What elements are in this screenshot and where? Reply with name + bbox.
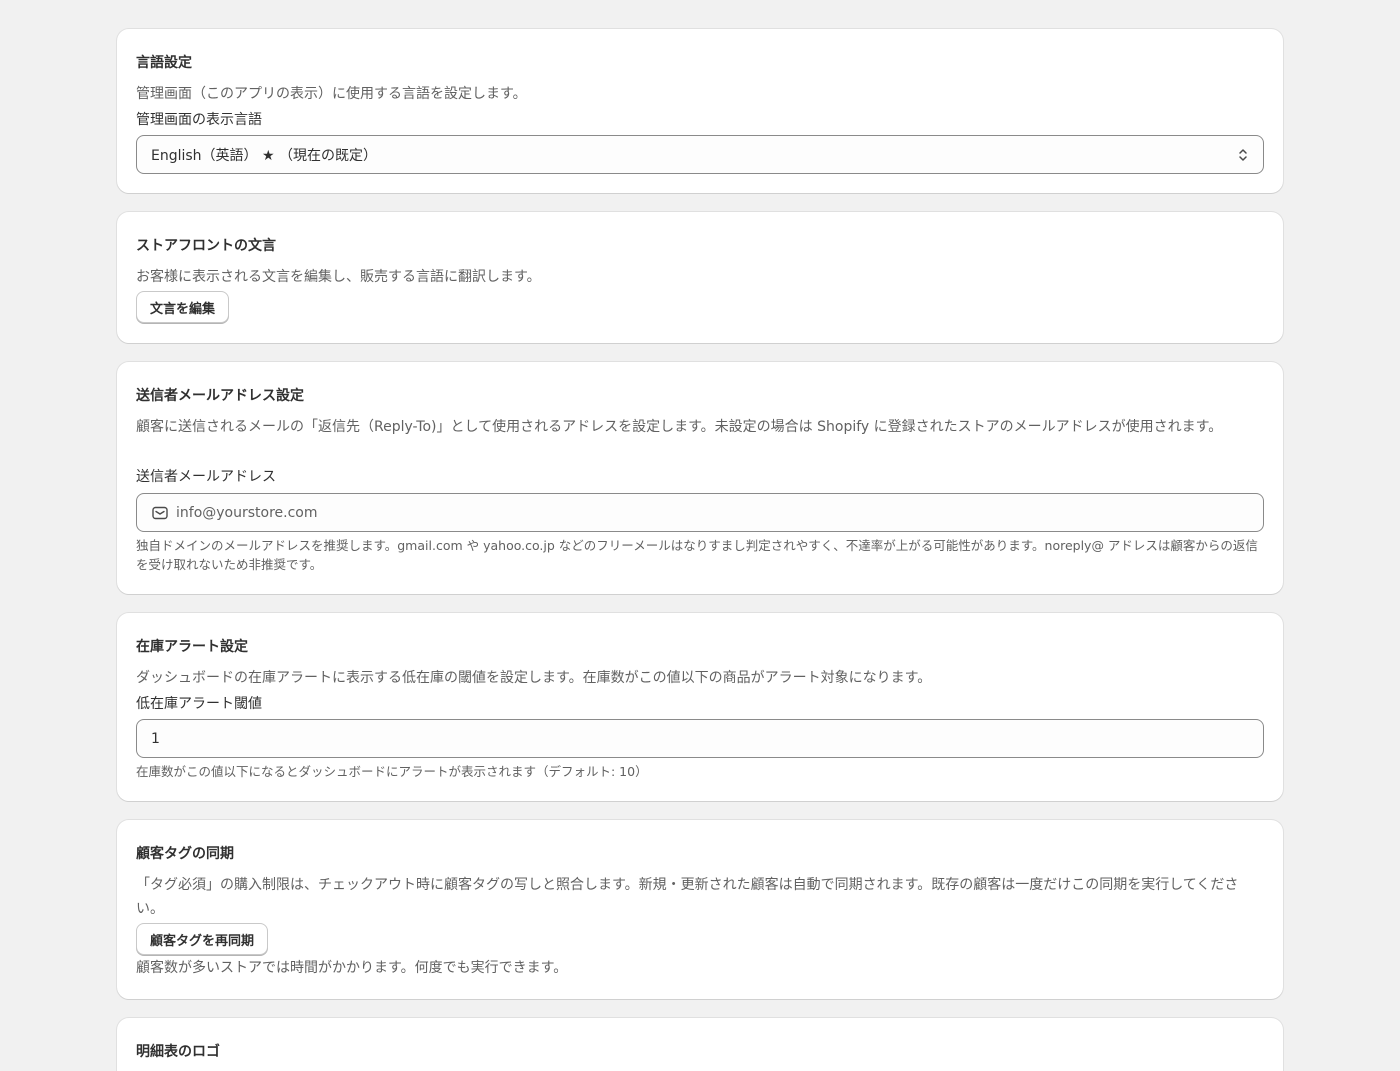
language-select[interactable]: English（英語） ★ （現在の既定）: [136, 135, 1264, 174]
sender-email-help-text: 独自ドメインのメールアドレスを推奨します。gmail.com や yahoo.c…: [136, 538, 1258, 572]
inventory-alert-description: ダッシュボードの在庫アラートに表示する低在庫の閾値を設定します。在庫数がこの値以…: [136, 670, 932, 686]
language-selected-value: English（英語） ★ （現在の既定）: [151, 147, 378, 164]
invoice-logo-card-title: 明細表のロゴ: [136, 1044, 220, 1060]
sender-email-field[interactable]: info@yourstore.com: [136, 493, 1264, 532]
customer-tags-description: 「タグ必須」の購入制限は、チェックアウト時に顧客タグの写しと照合します。新規・更…: [136, 877, 1239, 917]
sender-email-description: 顧客に送信されるメールの「返信先（Reply-To)」として使用されるアドレスを…: [136, 419, 1223, 435]
storefront-card-title: ストアフロントの文言: [136, 238, 276, 254]
inventory-alert-card: 在庫アラート設定 ダッシュボードの在庫アラートに表示する低在庫の閾値を設定します…: [117, 613, 1283, 801]
sender-email-card: 送信者メールアドレス設定 顧客に送信されるメールの「返信先（Reply-To)」…: [117, 362, 1283, 594]
inventory-alert-field-label: 低在庫アラート閾値: [136, 696, 262, 712]
sender-email-card-title: 送信者メールアドレス設定: [136, 388, 304, 404]
language-card-title: 言語設定: [136, 55, 192, 71]
chevron-up-down-icon: [1237, 146, 1249, 164]
low-stock-threshold-value: 1: [151, 730, 160, 747]
customer-tags-help-text: 顧客数が多いストアでは時間がかかります。何度でも実行できます。: [136, 960, 568, 976]
customer-tags-card-title: 顧客タグの同期: [136, 846, 234, 862]
low-stock-threshold-input[interactable]: 1: [136, 719, 1264, 758]
sender-email-field-label: 送信者メールアドレス: [136, 469, 276, 485]
customer-tags-sync-card: 顧客タグの同期 「タグ必須」の購入制限は、チェックアウト時に顧客タグの写しと照合…: [117, 820, 1283, 999]
inventory-alert-help-text: 在庫数がこの値以下になるとダッシュボードにアラートが表示されます（デフォルト: …: [136, 764, 648, 779]
invoice-logo-card: 明細表のロゴ: [117, 1018, 1283, 1071]
language-settings-card: 言語設定 管理画面（このアプリの表示）に使用する言語を設定します。 管理画面の表…: [117, 29, 1283, 193]
sender-email-placeholder: info@yourstore.com: [176, 504, 318, 521]
settings-page: 言語設定 管理画面（このアプリの表示）に使用する言語を設定します。 管理画面の表…: [0, 0, 1400, 1071]
storefront-text-card: ストアフロントの文言 お客様に表示される文言を編集し、販売する言語に翻訳します。…: [117, 212, 1283, 343]
storefront-description: お客様に表示される文言を編集し、販売する言語に翻訳します。: [136, 269, 541, 285]
inventory-alert-card-title: 在庫アラート設定: [136, 639, 248, 655]
mail-icon: [151, 504, 169, 522]
edit-text-button[interactable]: 文言を編集: [136, 291, 230, 323]
resync-customer-tags-button[interactable]: 顧客タグを再同期: [136, 923, 269, 955]
language-description: 管理画面（このアプリの表示）に使用する言語を設定します。: [136, 86, 527, 102]
language-field-label: 管理画面の表示言語: [136, 112, 262, 128]
